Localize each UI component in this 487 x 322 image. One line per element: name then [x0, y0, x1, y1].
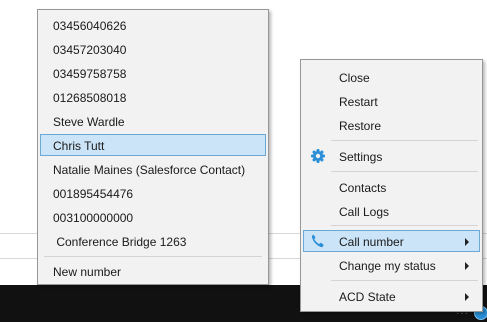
contact-item[interactable]: 001895454476	[40, 182, 266, 204]
contact-item[interactable]: Steve Wardle	[40, 110, 266, 132]
menu-separator	[331, 140, 478, 141]
settings-item[interactable]: Settings	[303, 145, 480, 167]
gear-icon	[311, 149, 325, 163]
contact-item[interactable]: 03459758758	[40, 62, 266, 84]
change-status-label: Change my status	[339, 259, 436, 273]
menu-separator	[331, 171, 478, 172]
contact-item[interactable]: 01268508018	[40, 86, 266, 108]
settings-label: Settings	[339, 150, 383, 164]
menu-separator	[331, 225, 478, 226]
menu-separator	[44, 256, 262, 257]
call-number-item[interactable]: Call number	[303, 230, 480, 252]
change-status-item[interactable]: Change my status	[303, 254, 480, 276]
contact-item[interactable]: Conference Bridge 1263	[40, 230, 266, 252]
menu-separator	[331, 280, 478, 281]
close-item[interactable]: Close	[303, 66, 480, 88]
phone-icon	[311, 234, 324, 248]
contact-item[interactable]: 003100000000	[40, 206, 266, 228]
restore-item[interactable]: Restore	[303, 114, 480, 136]
acd-state-label: ACD State	[339, 290, 396, 304]
restart-item[interactable]: Restart	[303, 90, 480, 112]
contact-item[interactable]: 03456040626	[40, 14, 266, 36]
contact-item[interactable]: Natalie Maines (Salesforce Contact)	[40, 158, 266, 180]
chevron-right-icon	[465, 262, 469, 270]
contacts-item[interactable]: Contacts	[303, 176, 480, 198]
call-number-label: Call number	[339, 235, 404, 249]
new-number-item[interactable]: New number	[40, 260, 266, 282]
acd-state-item[interactable]: ACD State	[303, 285, 480, 307]
call-number-submenu: 03456040626 03457203040 03459758758 0126…	[37, 9, 269, 285]
tray-context-menu: Close Restart Restore Settings Contacts …	[300, 59, 483, 312]
contact-item-highlighted[interactable]: Chris Tutt	[40, 134, 266, 156]
chevron-right-icon	[465, 293, 469, 301]
contact-item[interactable]: 03457203040	[40, 38, 266, 60]
call-logs-item[interactable]: Call Logs	[303, 200, 480, 222]
chevron-right-icon	[465, 238, 469, 246]
